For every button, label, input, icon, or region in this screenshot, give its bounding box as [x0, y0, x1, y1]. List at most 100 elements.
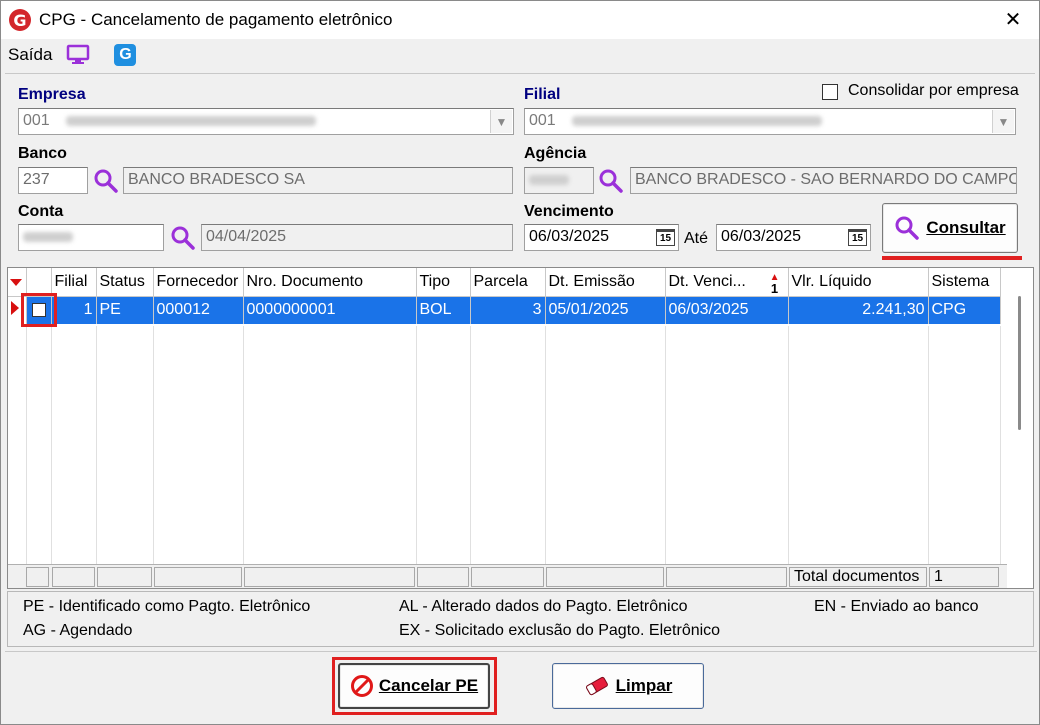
- bottom-separator: [5, 651, 1037, 652]
- agencia-code-field[interactable]: [524, 167, 594, 194]
- app-logo-icon: G: [9, 9, 31, 31]
- empresa-select[interactable]: 001 ▼: [18, 108, 514, 135]
- highlight-consultar: [882, 256, 1022, 260]
- cell-emissao: 05/01/2025: [545, 296, 666, 324]
- window-title: CPG - Cancelamento de pagamento eletrôni…: [39, 10, 393, 29]
- legend-en: EN - Enviado ao banco: [814, 598, 979, 615]
- filial-select[interactable]: 001 ▼: [524, 108, 1016, 135]
- total-label: Total documentos: [789, 567, 927, 587]
- empresa-name-blurred: [66, 115, 317, 126]
- col-valor[interactable]: Vlr. Líquido: [788, 268, 929, 297]
- footer-cell: [666, 567, 787, 587]
- footer-cell: [244, 567, 415, 587]
- col-sistema[interactable]: Sistema: [928, 268, 1001, 297]
- col-filial[interactable]: Filial: [51, 268, 97, 297]
- limpar-button[interactable]: Limpar: [552, 663, 704, 709]
- cell-vencimento: 06/03/2025: [665, 296, 789, 324]
- calendar-icon[interactable]: 15: [848, 229, 867, 246]
- vencimento-to-field[interactable]: 06/03/2025 15: [716, 224, 871, 251]
- legend-ag: AG - Agendado: [23, 622, 133, 639]
- cell-parcela: 3: [470, 296, 546, 324]
- search-banco-icon[interactable]: [93, 168, 119, 194]
- filial-label: Filial: [524, 86, 561, 103]
- legend-ex: EX - Solicitado exclusão do Pagto. Eletr…: [399, 622, 721, 639]
- agencia-name-field: BANCO BRADESCO - SAO BERNARDO DO CAMPO: [630, 167, 1017, 194]
- vertical-scrollbar[interactable]: [1007, 268, 1033, 588]
- footer-cell: [52, 567, 95, 587]
- legend-pe: PE - Identificado como Pagto. Eletrônico: [23, 598, 311, 615]
- search-icon: [895, 216, 920, 240]
- cell-tipo: BOL: [416, 296, 471, 324]
- banco-code-field[interactable]: 237: [18, 167, 88, 194]
- row-indicator-header: [8, 268, 27, 297]
- cell-valor: 2.241,30: [788, 296, 929, 324]
- col-fornecedor[interactable]: Fornecedor: [153, 268, 244, 297]
- toolbar: Saída G: [1, 39, 1039, 71]
- scrollbar-thumb[interactable]: [1018, 296, 1021, 430]
- conta-label: Conta: [18, 203, 64, 220]
- cell-filial: 1: [51, 296, 97, 324]
- grid-header-row: Filial Status Fornecedor Nro. Documento …: [8, 268, 1001, 297]
- col-parcela[interactable]: Parcela: [470, 268, 546, 297]
- close-button[interactable]: ✕: [1001, 7, 1025, 31]
- col-status[interactable]: Status: [96, 268, 154, 297]
- consolidar-checkbox[interactable]: [822, 84, 838, 100]
- footer-cell: [154, 567, 242, 587]
- footer-cell: [546, 567, 664, 587]
- conta-value-blurred: [23, 231, 73, 242]
- consolidar-label: Consolidar por empresa: [848, 82, 1019, 99]
- vencimento-from-value: 06/03/2025: [529, 228, 610, 245]
- footer-cell: [417, 567, 469, 587]
- filter-panel: Empresa 001 ▼ Filial 001 ▼ Consolidar po…: [5, 73, 1035, 263]
- conta-field[interactable]: [18, 224, 164, 251]
- filial-value: 001: [529, 112, 556, 129]
- conta-date-field: 04/04/2025: [201, 224, 513, 251]
- checkbox-header: [26, 268, 52, 297]
- vencimento-from-field[interactable]: 06/03/2025 15: [524, 224, 679, 251]
- filial-name-blurred: [572, 115, 823, 126]
- consultar-button[interactable]: Consultar: [882, 203, 1018, 253]
- empresa-label: Empresa: [18, 86, 86, 103]
- eraser-icon: [585, 676, 608, 696]
- main-window: G CPG - Cancelamento de pagamento eletrô…: [0, 0, 1040, 725]
- sort-down-icon: [10, 278, 22, 286]
- limpar-label: Limpar: [615, 676, 673, 695]
- vencimento-label: Vencimento: [524, 203, 614, 220]
- chevron-down-icon[interactable]: ▼: [490, 110, 512, 133]
- footer-cell: [471, 567, 544, 587]
- cell-fornecedor: 000012: [153, 296, 244, 324]
- total-value: 1: [929, 567, 999, 587]
- cell-documento: 0000000001: [243, 296, 417, 324]
- grid-footer: Total documentos 1: [8, 564, 1008, 588]
- search-agencia-icon[interactable]: [598, 168, 624, 194]
- chevron-down-icon[interactable]: ▼: [992, 110, 1014, 133]
- col-vencimento-label: Dt. Venci...: [668, 272, 746, 290]
- cell-status: PE: [96, 296, 154, 324]
- agencia-label: Agência: [524, 145, 587, 162]
- col-vencimento[interactable]: Dt. Venci... ▲ 1: [665, 268, 789, 297]
- cell-sistema: CPG: [928, 296, 1001, 324]
- documents-grid: Filial Status Fornecedor Nro. Documento …: [7, 267, 1034, 589]
- saida-button[interactable]: Saída: [8, 45, 52, 65]
- footer-cell: [26, 567, 49, 587]
- ate-label: Até: [684, 230, 709, 247]
- highlight-cancelar: [332, 657, 497, 715]
- search-conta-icon[interactable]: [170, 225, 196, 251]
- legend-al: AL - Alterado dados do Pagto. Eletrônico: [399, 598, 688, 615]
- consultar-label: Consultar: [926, 218, 1006, 237]
- col-documento[interactable]: Nro. Documento: [243, 268, 417, 297]
- g-app-icon[interactable]: G: [114, 44, 137, 66]
- agencia-code-blurred: [529, 174, 569, 185]
- col-tipo[interactable]: Tipo: [416, 268, 471, 297]
- status-legend: PE - Identificado como Pagto. Eletrônico…: [7, 591, 1034, 647]
- calendar-icon[interactable]: 15: [656, 229, 675, 246]
- footer-cell: [97, 567, 152, 587]
- title-bar: G CPG - Cancelamento de pagamento eletrô…: [1, 1, 1039, 39]
- table-row[interactable]: 1 PE 000012 0000000001 BOL 3 05/01/2025 …: [8, 296, 1001, 324]
- col-emissao[interactable]: Dt. Emissão: [545, 268, 666, 297]
- empresa-value: 001: [23, 112, 50, 129]
- vencimento-to-value: 06/03/2025: [721, 228, 802, 245]
- banco-label: Banco: [18, 145, 67, 162]
- sort-priority-icon: ▲ 1: [769, 272, 780, 296]
- monitor-icon[interactable]: [66, 44, 90, 66]
